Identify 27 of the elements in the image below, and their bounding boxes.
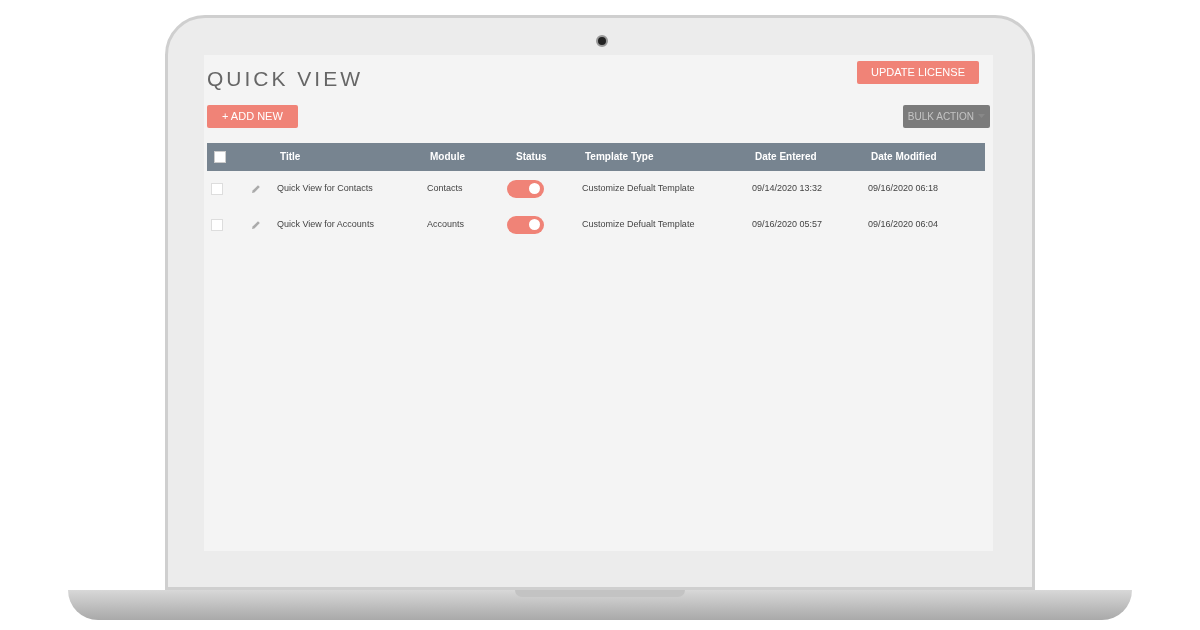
status-toggle[interactable] [507, 215, 544, 234]
page-title: QUICK VIEW [207, 66, 363, 92]
pencil-icon[interactable] [251, 219, 261, 230]
column-header: Date Entered [755, 151, 817, 162]
column-header: Template Type [585, 151, 654, 162]
status-toggle[interactable] [507, 179, 544, 198]
column-header: Date Modified [871, 151, 937, 162]
table-cell: 09/14/2020 13:32 [752, 182, 823, 193]
table-cell: Customize Defualt Template [582, 218, 695, 229]
update-license-button[interactable]: UPDATE LICENSE [857, 61, 979, 84]
table-cell: 09/16/2020 06:18 [868, 182, 939, 193]
pencil-icon[interactable] [251, 183, 261, 194]
table-cell: 09/16/2020 05:57 [752, 218, 823, 229]
table-cell: Quick View for Accounts [277, 218, 374, 229]
camera-icon [596, 35, 608, 47]
select-all-checkbox[interactable] [214, 150, 226, 163]
table-cell: 09/16/2020 06:04 [868, 218, 939, 229]
add-new-button[interactable]: + ADD NEW [207, 104, 298, 128]
table-cell: Accounts [427, 218, 465, 229]
row-checkbox[interactable] [211, 182, 223, 195]
column-header: Title [280, 151, 301, 162]
column-header: Status [516, 151, 547, 162]
table-cell: Customize Defualt Template [582, 182, 695, 193]
table-cell: Quick View for Contacts [277, 182, 373, 193]
row-checkbox[interactable] [211, 218, 223, 231]
column-header: Module [430, 151, 465, 162]
table-cell: Contacts [427, 182, 463, 193]
